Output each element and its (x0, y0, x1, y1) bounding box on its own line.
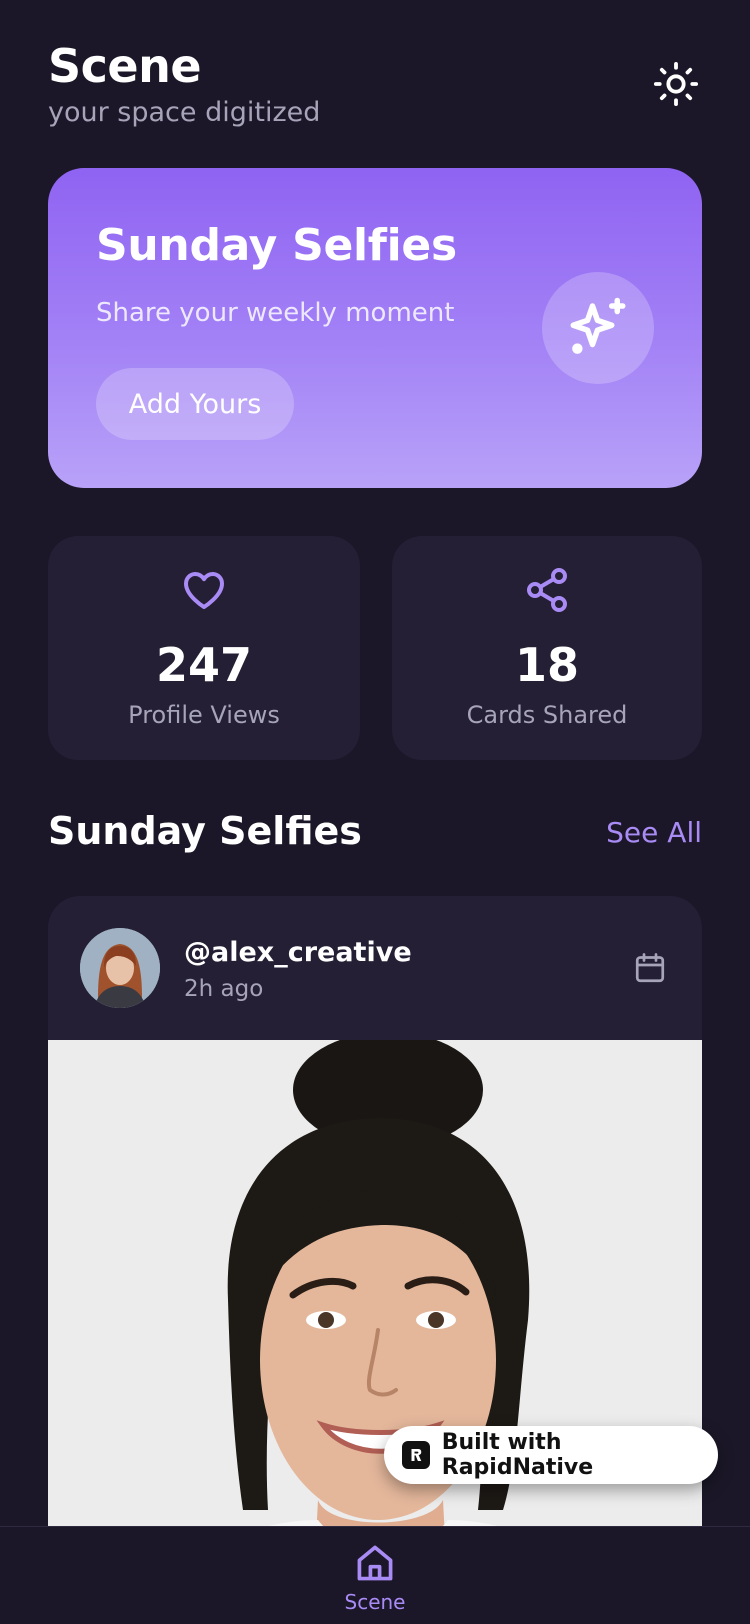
stat-value: 247 (155, 638, 253, 692)
nav-label: Scene (344, 1590, 406, 1614)
hero-subtitle: Share your weekly moment (96, 298, 455, 328)
calendar-button[interactable] (632, 950, 668, 986)
nav-item-scene[interactable]: Scene (335, 1541, 415, 1624)
header: Scene your space digitized (48, 38, 320, 130)
app-subtitle: your space digitized (48, 97, 321, 128)
sun-icon (653, 61, 699, 107)
home-icon (357, 1545, 393, 1581)
stat-value: 18 (514, 638, 579, 692)
post-photo[interactable] (48, 1040, 702, 1596)
share-icon (527, 568, 567, 612)
stat-label: Profile Views (128, 701, 280, 729)
avatar[interactable] (80, 928, 160, 1008)
bottom-nav: Scene (0, 1526, 750, 1624)
post-time: 2h ago (184, 976, 264, 1002)
calendar-icon (635, 953, 665, 983)
hero-card: Sunday Selfies Share your weekly moment … (48, 168, 702, 488)
selfie-post-card[interactable]: @alex_creative 2h ago (48, 896, 702, 1596)
see-all-link[interactable]: See All (606, 816, 702, 850)
stat-card-cards-shared: 18 Cards Shared (392, 536, 702, 760)
heart-icon (184, 572, 224, 609)
sparkles-icon (570, 297, 626, 354)
add-yours-button[interactable]: Add Yours (96, 368, 294, 440)
rapidnative-logo-icon (402, 1441, 430, 1469)
stat-card-profile-views: 247 Profile Views (48, 536, 360, 760)
stat-label: Cards Shared (466, 701, 628, 729)
app-screen: Scene your space digitized Sunday Selfie… (0, 0, 750, 1624)
avatar-portrait (80, 928, 160, 1008)
section-title: Sunday Selfies (48, 809, 362, 853)
app-title: Scene (48, 39, 202, 93)
post-username[interactable]: @alex_creative (184, 936, 412, 970)
built-with-badge[interactable]: Built with RapidNative (384, 1426, 718, 1484)
theme-toggle-button[interactable] (652, 60, 700, 108)
hero-title: Sunday Selfies (96, 220, 457, 271)
badge-label: Built with RapidNative (441, 1430, 594, 1480)
selfie-photo (48, 1040, 702, 1596)
sparkles-badge (542, 272, 654, 384)
